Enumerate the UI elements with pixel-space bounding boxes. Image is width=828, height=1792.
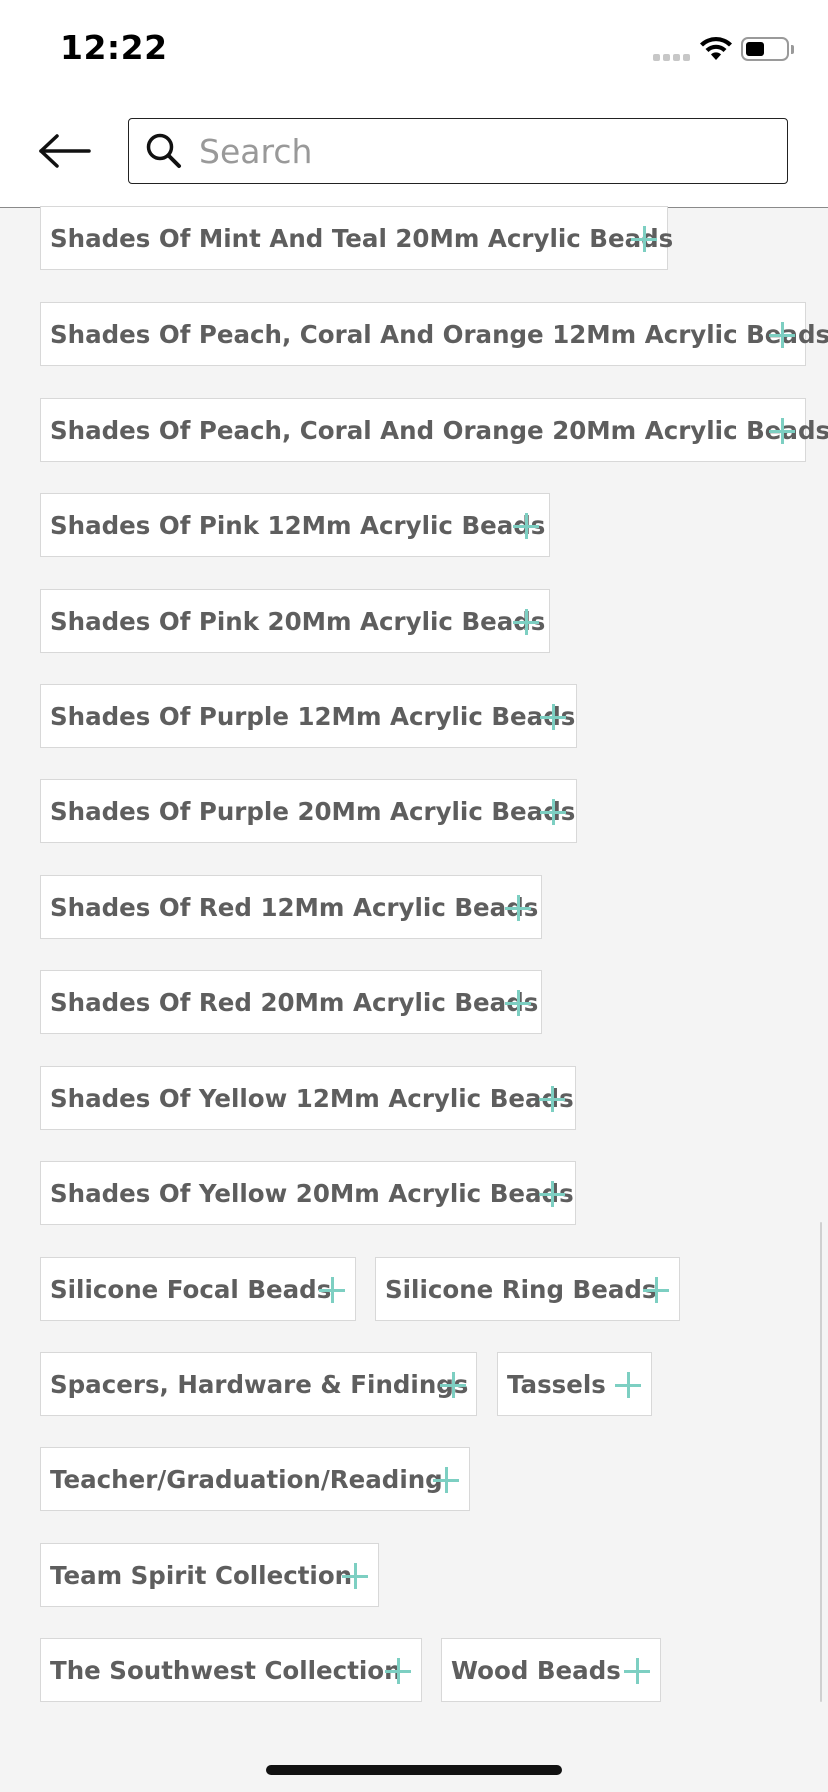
- back-button[interactable]: [30, 118, 100, 184]
- tag-item[interactable]: Teacher/Graduation/Reading: [40, 1447, 470, 1511]
- search-header: [0, 100, 828, 208]
- search-icon: [146, 133, 181, 168]
- plus-icon[interactable]: [643, 1277, 669, 1303]
- tag-label: Shades Of Peach, Coral And Orange 20Mm A…: [50, 415, 828, 445]
- tag-item[interactable]: Shades Of Red 20Mm Acrylic Beads: [40, 970, 542, 1034]
- battery-icon: [741, 37, 789, 61]
- plus-icon[interactable]: [385, 1658, 411, 1684]
- plus-icon[interactable]: [769, 418, 795, 444]
- tag-item[interactable]: Shades Of Purple 12Mm Acrylic Beads: [40, 684, 577, 748]
- tag-label: Shades Of Yellow 12Mm Acrylic Beads: [50, 1083, 574, 1113]
- search-box[interactable]: [128, 118, 788, 184]
- tag-item[interactable]: Shades Of Red 12Mm Acrylic Beads: [40, 875, 542, 939]
- tag-label: Shades Of Mint And Teal 20Mm Acrylic Bea…: [50, 223, 674, 253]
- plus-icon[interactable]: [769, 322, 795, 348]
- plus-icon[interactable]: [319, 1277, 345, 1303]
- tag-label: Wood Beads: [451, 1655, 621, 1685]
- tag-item[interactable]: Shades Of Pink 12Mm Acrylic Beads: [40, 493, 550, 557]
- plus-icon[interactable]: [540, 704, 566, 730]
- plus-icon[interactable]: [539, 1086, 565, 1112]
- plus-icon[interactable]: [624, 1658, 650, 1684]
- plus-icon[interactable]: [615, 1372, 641, 1398]
- home-indicator[interactable]: [266, 1765, 562, 1775]
- tag-item[interactable]: Spacers, Hardware & Findings: [40, 1352, 477, 1416]
- plus-icon[interactable]: [513, 513, 539, 539]
- plus-icon[interactable]: [440, 1372, 466, 1398]
- tag-item[interactable]: Shades Of Peach, Coral And Orange 20Mm A…: [40, 398, 828, 462]
- plus-icon[interactable]: [631, 226, 657, 252]
- tag-item[interactable]: Silicone Ring Beads: [375, 1257, 680, 1321]
- plus-icon[interactable]: [513, 609, 539, 635]
- tag-label: Team Spirit Collection: [50, 1560, 353, 1590]
- tag-label: Shades Of Yellow 20Mm Acrylic Beads: [50, 1178, 574, 1208]
- tag-label: Silicone Ring Beads: [385, 1274, 657, 1304]
- tag-item[interactable]: Team Spirit Collection: [40, 1543, 379, 1607]
- plus-icon[interactable]: [539, 1181, 565, 1207]
- tag-label: Shades Of Pink 12Mm Acrylic Beads: [50, 510, 546, 540]
- tag-item[interactable]: Wood Beads: [441, 1638, 661, 1702]
- tag-item[interactable]: Shades Of Peach, Coral And Orange 12Mm A…: [40, 302, 828, 366]
- search-input[interactable]: [199, 125, 769, 177]
- tag-label: Shades Of Purple 20Mm Acrylic Beads: [50, 796, 576, 826]
- tag-label: Shades Of Peach, Coral And Orange 12Mm A…: [50, 319, 828, 349]
- wifi-icon: [700, 37, 732, 60]
- tag-item[interactable]: The Southwest Collection: [40, 1638, 422, 1702]
- status-bar: 12:22: [0, 0, 828, 100]
- tag-item[interactable]: Tassels: [497, 1352, 652, 1416]
- status-time: 12:22: [60, 28, 168, 67]
- tag-item[interactable]: Shades Of Mint And Teal 20Mm Acrylic Bea…: [40, 206, 673, 270]
- plus-icon[interactable]: [342, 1563, 368, 1589]
- tag-label: Teacher/Graduation/Reading: [50, 1464, 443, 1494]
- tag-label: Shades Of Purple 12Mm Acrylic Beads: [50, 701, 576, 731]
- tag-label: Spacers, Hardware & Findings: [50, 1369, 469, 1399]
- tag-label: Shades Of Red 12Mm Acrylic Beads: [50, 892, 539, 922]
- tag-item[interactable]: Shades Of Yellow 20Mm Acrylic Beads: [40, 1161, 576, 1225]
- tag-label: Silicone Focal Beads: [50, 1274, 332, 1304]
- tag-label: The Southwest Collection: [50, 1655, 402, 1685]
- tag-item[interactable]: Shades Of Purple 20Mm Acrylic Beads: [40, 779, 577, 843]
- plus-icon[interactable]: [505, 990, 531, 1016]
- tag-label: Shades Of Red 20Mm Acrylic Beads: [50, 987, 539, 1017]
- battery-nub: [791, 45, 794, 54]
- plus-icon[interactable]: [433, 1467, 459, 1493]
- tag-item[interactable]: Shades Of Yellow 12Mm Acrylic Beads: [40, 1066, 576, 1130]
- scrollbar[interactable]: [820, 1222, 822, 1702]
- arrow-left-icon: [39, 134, 91, 168]
- plus-icon[interactable]: [505, 895, 531, 921]
- plus-icon[interactable]: [540, 799, 566, 825]
- signal-icon: [653, 54, 690, 61]
- tag-label: Tassels: [507, 1369, 606, 1399]
- tag-label: Shades Of Pink 20Mm Acrylic Beads: [50, 606, 546, 636]
- tag-item[interactable]: Shades Of Pink 20Mm Acrylic Beads: [40, 589, 550, 653]
- tag-item[interactable]: Silicone Focal Beads: [40, 1257, 356, 1321]
